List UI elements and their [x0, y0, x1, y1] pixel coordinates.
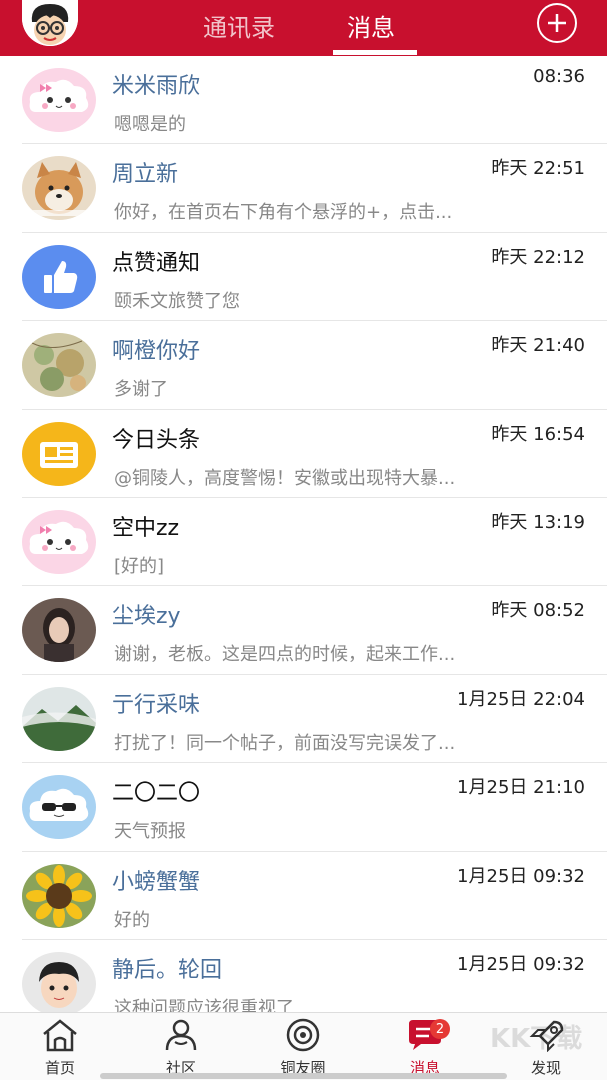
message-time: 昨天 22:12 — [491, 246, 585, 268]
community-icon — [136, 1017, 226, 1053]
thumbs-up-icon[interactable] — [22, 244, 96, 309]
message-time: 昨天 21:40 — [491, 335, 585, 357]
message-row[interactable]: 周立新 昨天 22:51 你好，在首页右下角有个悬浮的+，点击... — [22, 144, 607, 233]
message-row[interactable]: 今日头条 昨天 16:54 @铜陵人，高度警惕！安徽或出现特大暴... — [22, 410, 607, 498]
contact-name: 静后。轮回 — [112, 957, 223, 983]
nav-label: 首页 — [44, 1059, 75, 1077]
message-row[interactable]: 小螃蟹蟹 1月25日 09:32 好的 — [22, 852, 607, 940]
message-time: 昨天 08:52 — [491, 600, 585, 622]
painting-avatar[interactable] — [22, 333, 96, 398]
watermark: KK下载 — [490, 1024, 583, 1054]
message-preview: 好的 — [114, 909, 150, 931]
contact-name: 空中zz — [112, 515, 180, 541]
message-preview: 嗯嗯是的 — [114, 114, 186, 135]
contact-name: 小螃蟹蟹 — [112, 869, 201, 895]
contact-name: 尘埃zy — [112, 604, 181, 630]
circle-icon — [258, 1017, 348, 1053]
message-row[interactable]: 点赞通知 昨天 22:12 颐禾文旅赞了您 — [22, 233, 607, 322]
sunglasses-cloud-avatar[interactable] — [22, 775, 96, 840]
sunflower-avatar[interactable] — [22, 863, 96, 928]
message-time: 1月25日 21:10 — [457, 777, 585, 799]
message-preview: 多谢了 — [114, 379, 168, 401]
message-time: 1月25日 09:32 — [457, 953, 585, 975]
user-avatar[interactable] — [22, 0, 78, 46]
home-indicator — [100, 1073, 507, 1079]
pink-cloud-avatar[interactable] — [22, 509, 96, 574]
nav-home[interactable]: 首页 — [15, 1017, 105, 1078]
tab-messages[interactable]: 消息 — [347, 8, 395, 43]
message-preview: 你好，在首页右下角有个悬浮的+，点击... — [114, 202, 453, 224]
message-row[interactable]: 静后。轮回 1月25日 09:32 这种问题应该很重视了 — [22, 940, 607, 1012]
message-time: 1月25日 22:04 — [457, 688, 585, 710]
message-time: 昨天 13:19 — [491, 511, 585, 533]
nav-label: 发现 — [530, 1059, 561, 1077]
message-preview: [好的] — [114, 555, 165, 577]
message-row[interactable]: 空中zz 昨天 13:19 [好的] — [22, 498, 607, 587]
message-row[interactable]: 啊橙你好 昨天 21:40 多谢了 — [22, 321, 607, 410]
newspaper-icon[interactable] — [22, 421, 96, 486]
message-row[interactable]: 二〇二〇 1月25日 21:10 天气预报 — [22, 763, 607, 852]
message-preview: 打扰了！同一个帖子，前面没写完误发了... — [114, 732, 456, 754]
message-preview: 天气预报 — [114, 821, 186, 843]
contact-name: 亍行采味 — [112, 692, 201, 718]
message-time: 1月25日 09:32 — [457, 865, 585, 887]
tab-contacts[interactable]: 通讯录 — [203, 8, 275, 43]
message-time: 昨天 22:51 — [491, 158, 585, 180]
contact-name: 周立新 — [112, 162, 179, 188]
message-preview: @铜陵人，高度警惕！安徽或出现特大暴... — [114, 467, 456, 489]
message-preview: 这种问题应该很重视了 — [114, 997, 294, 1012]
contact-name: 啊橙你好 — [112, 339, 201, 365]
contact-name: 今日头条 — [112, 427, 201, 453]
nav-community[interactable]: 社区 — [136, 1017, 226, 1078]
cartoon-boy-avatar[interactable] — [22, 951, 96, 1012]
contact-name: 点赞通知 — [112, 250, 201, 276]
message-time: 昨天 16:54 — [491, 423, 585, 445]
nav-messages[interactable]: 2 消息 — [380, 1017, 470, 1078]
message-preview: 颐禾文旅赞了您 — [114, 290, 240, 312]
contact-name: 米米雨欣 — [112, 74, 201, 99]
unread-badge: 2 — [430, 1019, 450, 1039]
active-tab-indicator — [333, 50, 417, 55]
message-preview: 谢谢，老板。这是四点的时候，起来工作... — [114, 644, 456, 666]
pink-cloud-avatar[interactable] — [22, 68, 96, 132]
nav-circle[interactable]: 铜友圈 — [258, 1017, 348, 1078]
message-icon — [380, 1017, 470, 1053]
message-list: 米米雨欣 08:36 嗯嗯是的 周立新 昨天 22:51 你好，在首页右下角有个… — [0, 56, 607, 1012]
woman-photo-avatar[interactable] — [22, 598, 96, 663]
message-row[interactable]: 尘埃zy 昨天 08:52 谢谢，老板。这是四点的时候，起来工作... — [22, 586, 607, 675]
message-row[interactable]: 米米雨欣 08:36 嗯嗯是的 — [22, 56, 607, 145]
home-icon — [15, 1017, 105, 1053]
top-bar: 通讯录 消息 — [0, 0, 607, 56]
shiba-dog-avatar[interactable] — [22, 156, 96, 221]
contact-name: 二〇二〇 — [112, 781, 201, 807]
plus-circle-icon[interactable] — [537, 3, 577, 43]
mountain-fog-avatar[interactable] — [22, 686, 96, 751]
message-time: 08:36 — [533, 66, 585, 87]
message-row[interactable]: 亍行采味 1月25日 22:04 打扰了！同一个帖子，前面没写完误发了... — [22, 675, 607, 764]
